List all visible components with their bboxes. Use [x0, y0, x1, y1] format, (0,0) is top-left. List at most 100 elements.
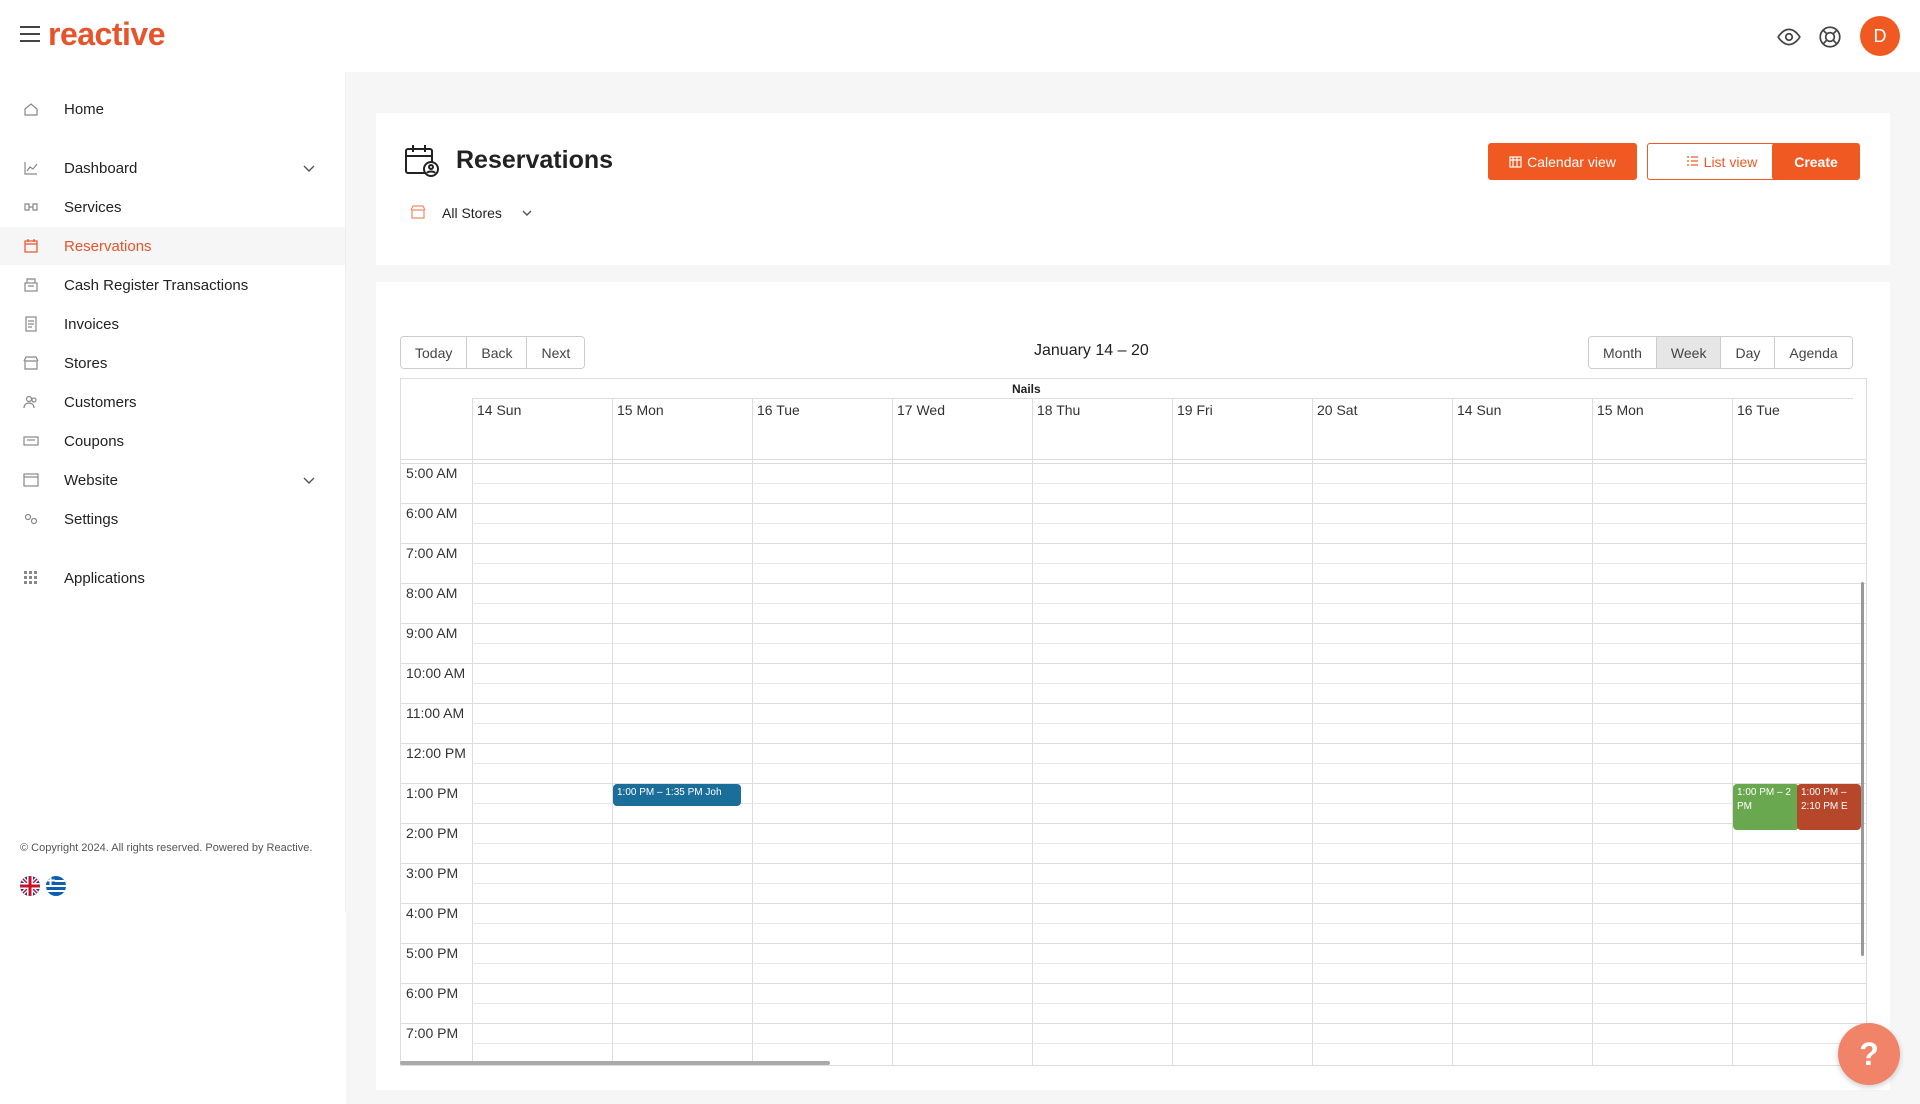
day-column-line: [612, 439, 613, 1065]
day-header[interactable]: 18 Thu: [1032, 399, 1172, 439]
create-button[interactable]: Create: [1772, 143, 1860, 180]
calendar-view-button[interactable]: Calendar view: [1488, 143, 1637, 180]
sidebar: Home Dashboard Services Reservations Cas…: [0, 72, 346, 912]
store-filter-select[interactable]: All Stores: [406, 202, 546, 224]
half-hour-line: [472, 563, 1866, 564]
register-icon: [24, 278, 38, 292]
sidebar-item-stores[interactable]: Stores: [0, 344, 345, 382]
day-column-line: [1592, 439, 1593, 1065]
sidebar-item-label: Home: [64, 100, 105, 118]
uk-flag-icon[interactable]: [20, 876, 40, 896]
day-column-line: [1032, 439, 1033, 1065]
services-icon: [24, 203, 38, 211]
sidebar-item-label: Stores: [64, 354, 108, 372]
sidebar-item-settings[interactable]: Settings: [0, 500, 345, 538]
hour-line: [401, 863, 1866, 864]
reservation-event[interactable]: 1:00 PM – 2:10 PM E: [1797, 784, 1861, 830]
vertical-scrollbar[interactable]: [1861, 582, 1864, 956]
settings-icon: [24, 513, 38, 525]
day-header[interactable]: 20 Sat: [1312, 399, 1452, 439]
back-button[interactable]: Back: [467, 337, 528, 368]
help-button[interactable]: ?: [1838, 1023, 1900, 1085]
page-title: Reservations: [456, 146, 614, 174]
horizontal-scrollbar[interactable]: [400, 1061, 830, 1065]
store-icon: [23, 356, 39, 370]
half-hour-line: [472, 1043, 1866, 1044]
time-label: 5:00 AM: [406, 465, 458, 481]
reservation-event[interactable]: 1:00 PM – 2 PM: [1733, 784, 1799, 830]
time-label: 3:00 PM: [406, 865, 459, 881]
customers-icon: [23, 395, 37, 409]
chevron-down-icon: [303, 477, 315, 484]
eye-icon[interactable]: [1776, 24, 1802, 50]
sidebar-item-label: Cash Register Transactions: [64, 276, 249, 294]
menu-icon[interactable]: [20, 26, 40, 42]
half-hour-line: [472, 763, 1866, 764]
calendar-nav-group: Today Back Next: [400, 336, 586, 369]
calendar-view-group: Month Week Day Agenda: [1588, 336, 1853, 369]
day-column-line: [1732, 439, 1733, 1065]
reservation-event[interactable]: 1:00 PM – 1:35 PM Joh: [613, 784, 741, 806]
sidebar-item-label: Customers: [64, 393, 137, 411]
day-header[interactable]: 14 Sun: [472, 399, 612, 439]
time-label: 6:00 AM: [406, 505, 458, 521]
hour-line: [401, 583, 1866, 584]
day-column-line: [1172, 439, 1173, 1065]
day-header[interactable]: 16 Tue: [752, 399, 892, 439]
hour-line: [401, 503, 1866, 504]
avatar[interactable]: D: [1860, 16, 1900, 56]
sidebar-item-home[interactable]: Home: [0, 90, 345, 128]
half-hour-line: [472, 883, 1866, 884]
day-column-line: [752, 439, 753, 1065]
reservations-calendar-icon: [405, 145, 439, 177]
lifebuoy-icon[interactable]: [1817, 24, 1843, 50]
time-label: 6:00 PM: [406, 985, 459, 1001]
header-divider: [401, 459, 1866, 460]
sidebar-item-coupons[interactable]: Coupons: [0, 422, 345, 460]
day-column-line: [892, 439, 893, 1065]
day-column-line: [1312, 439, 1313, 1065]
calendar-icon: [24, 239, 38, 253]
half-hour-line: [472, 523, 1866, 524]
greek-flag-icon[interactable]: [46, 876, 66, 896]
sidebar-item-cash-register[interactable]: Cash Register Transactions: [0, 266, 345, 304]
day-header[interactable]: 15 Mon: [612, 399, 752, 439]
time-label: 2:00 PM: [406, 825, 459, 841]
sidebar-item-label: Reservations: [64, 237, 152, 255]
time-label: 7:00 AM: [406, 545, 458, 561]
agenda-view-button[interactable]: Agenda: [1775, 337, 1852, 368]
time-label: 7:00 PM: [406, 1025, 459, 1041]
month-view-button[interactable]: Month: [1589, 337, 1657, 368]
sidebar-item-customers[interactable]: Customers: [0, 383, 345, 421]
time-label: 4:00 PM: [406, 905, 459, 921]
day-view-button[interactable]: Day: [1721, 337, 1776, 368]
sidebar-item-label: Invoices: [64, 315, 120, 333]
list-view-label: List view: [1703, 153, 1758, 170]
sidebar-item-services[interactable]: Services: [0, 188, 345, 226]
day-header[interactable]: 14 Sun: [1452, 399, 1592, 439]
sidebar-item-applications[interactable]: Applications: [0, 559, 345, 597]
day-header[interactable]: 16 Tue: [1732, 399, 1866, 439]
resource-name: Nails: [472, 379, 1853, 399]
sidebar-item-invoices[interactable]: Invoices: [0, 305, 345, 343]
sidebar-item-dashboard[interactable]: Dashboard: [0, 149, 345, 187]
week-calendar-grid: Nails 14 Sun 15 Mon 16 Tue 17 Wed 18 Thu 19 F…: [400, 378, 1867, 1066]
half-hour-line: [472, 483, 1866, 484]
hour-line: [401, 463, 1866, 464]
hour-line: [401, 823, 1866, 824]
week-view-button[interactable]: Week: [1656, 337, 1722, 368]
time-label: 8:00 AM: [406, 585, 458, 601]
sidebar-item-reservations[interactable]: Reservations: [0, 227, 345, 265]
day-header[interactable]: 17 Wed: [892, 399, 1032, 439]
header-card: [376, 113, 1890, 265]
half-hour-line: [472, 643, 1866, 644]
next-button[interactable]: Next: [527, 337, 585, 368]
today-button[interactable]: Today: [401, 337, 468, 368]
sidebar-item-website[interactable]: Website: [0, 461, 345, 499]
day-header[interactable]: 19 Fri: [1172, 399, 1312, 439]
half-hour-line: [472, 683, 1866, 684]
list-icon: [1686, 156, 1698, 166]
hour-line: [401, 703, 1866, 704]
half-hour-line: [472, 603, 1866, 604]
day-header[interactable]: 15 Mon: [1592, 399, 1732, 439]
